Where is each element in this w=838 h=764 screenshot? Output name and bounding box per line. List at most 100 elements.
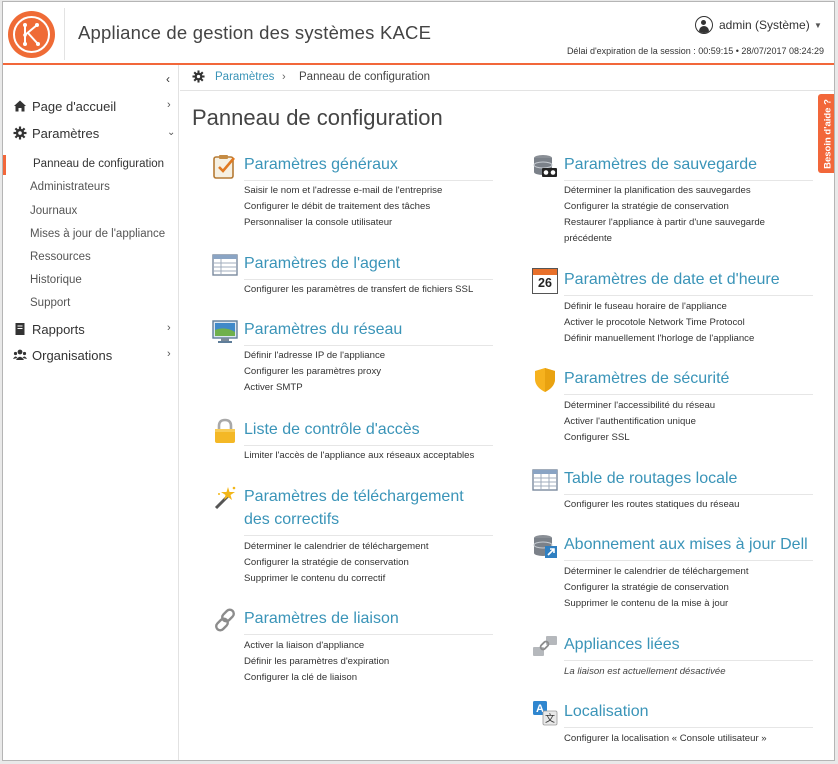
translate-icon: A 文 [533, 701, 558, 726]
section-backup-settings: Paramètres de sauvegarde Déterminer la p… [532, 153, 817, 248]
sidebar-subitem-administrators[interactable]: Administrateurs [3, 178, 179, 198]
section-title-link[interactable]: Liste de contrôle d'accès [244, 418, 420, 441]
gear-icon [192, 70, 205, 83]
section-linked-appliances: Appliances liées La liaison est actuelle… [532, 633, 817, 683]
section-link[interactable]: Configurer le débit de traitement des tâ… [244, 199, 442, 215]
sidebar-item-label: Page d'accueil [32, 99, 117, 114]
main-content: Paramètres › Panneau de configuration Pa… [180, 65, 834, 760]
sidebar-subitem-resources[interactable]: Ressources [3, 248, 179, 268]
chevron-right-icon: › [167, 322, 171, 334]
section-date-time: 26 Paramètres de date et d'heure Définir… [532, 268, 817, 348]
breadcrumb: Paramètres › Panneau de configuration [180, 65, 834, 91]
section-link[interactable]: Configurer les paramètres proxy [244, 364, 385, 380]
section-dell-updates: Abonnement aux mises à jour Dell Détermi… [532, 533, 817, 613]
monitor-icon [212, 320, 238, 343]
section-title-link[interactable]: Abonnement aux mises à jour Dell [564, 533, 808, 556]
section-link[interactable]: Activer le procotole Network Time Protoc… [564, 315, 754, 331]
sidebar-subitem-history[interactable]: Historique [3, 271, 179, 291]
app-title: Appliance de gestion des systèmes KACE [78, 22, 432, 43]
section-agent-settings: Paramètres de l'agent Configurer les par… [212, 252, 497, 302]
header-divider [64, 8, 65, 60]
user-name[interactable]: admin (Système) [719, 18, 810, 32]
magic-wand-icon [214, 486, 236, 510]
section-routing-table: Table de routages locale Configurer les … [532, 467, 817, 517]
section-link[interactable]: Définir manuellement l'horloge de l'appl… [564, 331, 754, 347]
section-title-link[interactable]: Paramètres de sauvegarde [564, 153, 757, 176]
section-link[interactable]: Définir l'adresse IP de l'appliance [244, 348, 385, 364]
user-icon [695, 16, 713, 34]
sidebar-subitem-appliance-updates[interactable]: Mises à jour de l'appliance [3, 225, 179, 245]
chevron-down-icon: ⌄ [167, 127, 176, 138]
shield-icon [535, 368, 555, 392]
sidebar-subitem-control-panel[interactable]: Panneau de configuration [3, 155, 179, 175]
section-link[interactable]: Déterminer le calendrier de téléchargeme… [244, 539, 429, 555]
section-title-link[interactable]: Table de routages locale [564, 467, 737, 490]
padlock-icon [215, 418, 235, 443]
sidebar-item-organizations[interactable]: Organisations › [3, 345, 179, 367]
section-link[interactable]: Configurer la stratégie de conservation [564, 199, 804, 215]
section-link[interactable]: Restaurer l'appliance à partir d'une sau… [564, 215, 804, 247]
chevron-right-icon: › [167, 99, 171, 111]
sidebar-item-settings[interactable]: Paramètres ⌄ [3, 123, 179, 145]
sidebar-item-label: Paramètres [32, 126, 100, 141]
section-localization: A 文 Localisation Configurer la localisat… [532, 700, 817, 750]
help-tab-button[interactable]: Besoin d'aide ? [818, 94, 834, 173]
caret-down-icon[interactable]: ▼ [814, 21, 822, 30]
section-link[interactable]: Activer SMTP [244, 380, 385, 396]
section-title-link[interactable]: Paramètres du réseau [244, 318, 402, 341]
section-link[interactable]: Personnaliser la console utilisateur [244, 215, 442, 231]
section-link[interactable]: Définir le fuseau horaire de l'appliance [564, 299, 754, 315]
linked-appliances-icon [533, 636, 557, 656]
section-link[interactable]: Configurer les paramètres de transfert d… [244, 282, 473, 298]
database-backup-icon [533, 155, 557, 177]
chain-link-icon [215, 608, 235, 632]
app-header: Appliance de gestion des systèmes KACE a… [3, 2, 834, 65]
section-link[interactable]: Supprimer le contenu de la mise à jour [564, 596, 749, 612]
linking-status-note: La liaison est actuellement désactivée [564, 666, 726, 677]
section-title-link[interactable]: Paramètres de liaison [244, 607, 399, 630]
section-link[interactable]: Limiter l'accès de l'appliance aux résea… [244, 448, 474, 464]
section-linking-settings: Paramètres de liaison Activer la liaison… [212, 607, 497, 687]
database-update-icon [533, 535, 557, 558]
section-link[interactable]: Saisir le nom et l'adresse e-mail de l'e… [244, 183, 442, 199]
section-link[interactable]: Activer la liaison d'appliance [244, 638, 389, 654]
sidebar-subitem-support[interactable]: Support [3, 294, 179, 314]
gear-icon [13, 126, 27, 140]
section-link[interactable]: Supprimer le contenu du correctif [244, 571, 429, 587]
sidebar-subitem-logs[interactable]: Journaux [3, 202, 179, 222]
section-link[interactable]: Activer l'authentification unique [564, 414, 715, 430]
session-timeout: Délai d'expiration de la session : 00:59… [566, 46, 824, 56]
section-link[interactable]: Configurer les routes statiques du résea… [564, 497, 739, 513]
sidebar-item-home[interactable]: Page d'accueil › [3, 96, 179, 118]
section-title-link[interactable]: Paramètres de téléchargement des correct… [244, 485, 489, 531]
section-title-link[interactable]: Appliances liées [564, 633, 680, 656]
table-window-icon [212, 254, 238, 276]
k-logo-icon [23, 23, 40, 46]
section-link[interactable]: Déterminer le calendrier de téléchargeme… [564, 564, 749, 580]
section-link[interactable]: Configurer la localisation « Console uti… [564, 731, 767, 747]
section-title-link[interactable]: Localisation [564, 700, 649, 723]
section-link[interactable]: Configurer la stratégie de conservation [564, 580, 749, 596]
users-icon [13, 349, 27, 360]
sidebar: ‹ Page d'accueil › Paramètres ⌄ Panneau … [3, 65, 179, 760]
section-general-settings: Paramètres généraux Saisir le nom et l'a… [212, 153, 497, 233]
page-title: Panneau de configuration [192, 105, 443, 130]
svg-text:文: 文 [545, 712, 555, 725]
section-link[interactable]: Configurer la clé de liaison [244, 670, 389, 686]
breadcrumb-settings-link[interactable]: Paramètres [215, 71, 274, 83]
section-link[interactable]: Configurer SSL [564, 430, 715, 446]
section-title-link[interactable]: Paramètres généraux [244, 153, 398, 176]
section-link[interactable]: Déterminer l'accessibilité du réseau [564, 398, 715, 414]
chevron-left-icon[interactable]: ‹ [166, 72, 170, 86]
section-title-link[interactable]: Paramètres de date et d'heure [564, 268, 780, 291]
section-title-link[interactable]: Paramètres de sécurité [564, 367, 729, 390]
section-link[interactable]: Définir les paramètres d'expiration [244, 654, 389, 670]
breadcrumb-separator: › [282, 71, 286, 83]
sidebar-item-reports[interactable]: Rapports › [3, 319, 179, 341]
section-link[interactable]: Configurer la stratégie de conservation [244, 555, 429, 571]
section-link[interactable]: Déterminer la planification des sauvegar… [564, 183, 804, 199]
sidebar-item-label: Organisations [32, 348, 113, 363]
section-title-link[interactable]: Paramètres de l'agent [244, 252, 400, 275]
kace-logo[interactable] [8, 11, 55, 58]
section-access-control: Liste de contrôle d'accès Limiter l'accè… [212, 418, 497, 468]
